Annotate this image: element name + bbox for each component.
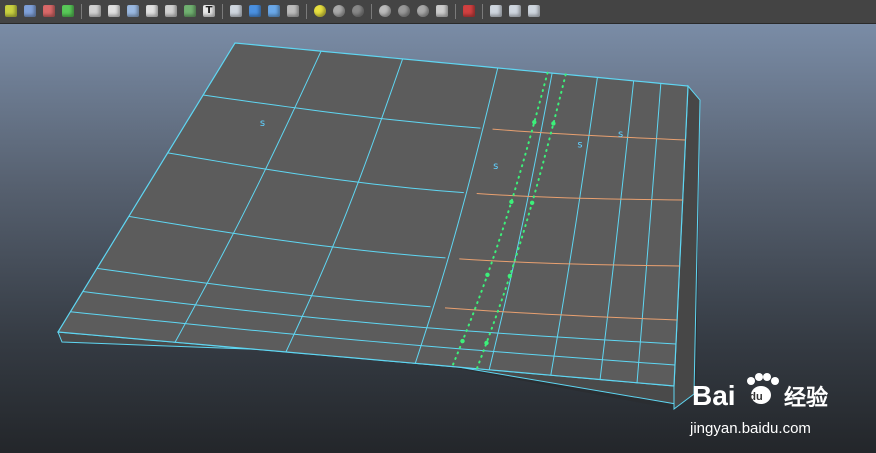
grid-toggle-button[interactable] bbox=[87, 3, 103, 19]
safe-action-button[interactable] bbox=[182, 3, 198, 19]
selected-vertex bbox=[484, 340, 489, 346]
selected-vertex bbox=[532, 119, 537, 125]
selected-vertex bbox=[551, 121, 556, 126]
safe-action-icon bbox=[184, 5, 196, 17]
toolbar-separator bbox=[482, 4, 483, 19]
watermark-brand: Bai bbox=[692, 380, 736, 411]
film-gate-icon bbox=[108, 5, 120, 17]
selected-vertex bbox=[507, 273, 513, 279]
isolate-select-button[interactable] bbox=[461, 3, 477, 19]
gate-mask-icon bbox=[146, 5, 158, 17]
depth-of-field-button[interactable] bbox=[415, 3, 431, 19]
subdiv-marker: s bbox=[577, 140, 582, 151]
film-gate-button[interactable] bbox=[106, 3, 122, 19]
bookmark-button[interactable] bbox=[41, 3, 57, 19]
select-camera-button[interactable] bbox=[22, 3, 38, 19]
aa-icon bbox=[398, 5, 410, 17]
motion-blur-icon bbox=[379, 5, 391, 17]
toolbar-separator bbox=[81, 4, 82, 19]
selected-vertex bbox=[485, 272, 490, 278]
bookmark-icon bbox=[43, 5, 55, 17]
selected-vertex bbox=[529, 200, 535, 205]
field-chart-button[interactable] bbox=[163, 3, 179, 19]
resolution-gate-icon bbox=[127, 5, 139, 17]
subdiv-marker: s bbox=[493, 161, 498, 172]
subdiv-marker: s bbox=[618, 129, 623, 140]
checker-icon bbox=[287, 5, 299, 17]
baidu-paw-logo: Bai du 经验 jingyan.baidu.com bbox=[689, 373, 828, 437]
dof-icon bbox=[417, 5, 429, 17]
watermark-url: jingyan.baidu.com bbox=[689, 420, 811, 437]
shaded-cube-icon bbox=[249, 5, 261, 17]
multisample-aa-button[interactable] bbox=[396, 3, 412, 19]
image-plane-button[interactable] bbox=[60, 3, 76, 19]
shadows-button[interactable] bbox=[331, 3, 347, 19]
camera-icon bbox=[24, 5, 36, 17]
watermark: Bai du 经验 jingyan.baidu.com bbox=[686, 369, 856, 439]
columns-icon bbox=[5, 5, 17, 17]
toolbar-separator bbox=[222, 4, 223, 19]
two-sided-icon bbox=[528, 5, 540, 17]
light-bulb-icon bbox=[314, 5, 326, 17]
wire-shaded-cube-icon bbox=[268, 5, 280, 17]
wireframe-on-shaded-button[interactable] bbox=[266, 3, 282, 19]
xray-icon bbox=[436, 5, 448, 17]
xray-components-button[interactable] bbox=[507, 3, 523, 19]
toolbar-separator bbox=[306, 4, 307, 19]
viewport-toolbar: T bbox=[0, 0, 876, 24]
motion-blur-button[interactable] bbox=[377, 3, 393, 19]
smooth-shade-button[interactable] bbox=[247, 3, 263, 19]
xray-joints-icon bbox=[490, 5, 502, 17]
toolbar-separator bbox=[371, 4, 372, 19]
subdivided-mesh[interactable] bbox=[56, 42, 701, 410]
field-chart-icon bbox=[165, 5, 177, 17]
xray-joints-button[interactable] bbox=[488, 3, 504, 19]
gate-mask-button[interactable] bbox=[144, 3, 160, 19]
svg-text:du: du bbox=[749, 391, 762, 403]
xray-button[interactable] bbox=[434, 3, 450, 19]
mesh-top-face bbox=[56, 42, 689, 387]
wireframe-cube-icon bbox=[230, 5, 242, 17]
screen-space-ao-button[interactable] bbox=[350, 3, 366, 19]
wireframe-button[interactable] bbox=[228, 3, 244, 19]
shadow-sphere-icon bbox=[333, 5, 345, 17]
selected-vertex bbox=[460, 338, 465, 344]
watermark-brand-cn: 经验 bbox=[784, 385, 828, 411]
isolate-icon bbox=[463, 5, 475, 17]
grid-icon bbox=[89, 5, 101, 17]
selected-vertex bbox=[509, 199, 514, 205]
ao-sphere-icon bbox=[352, 5, 364, 17]
textured-button[interactable] bbox=[285, 3, 301, 19]
toolbar-separator bbox=[455, 4, 456, 19]
3d-viewport[interactable]: s s s s Bai du 经验 jingyan.baidu.com bbox=[0, 24, 876, 453]
panel-layout-button[interactable] bbox=[3, 3, 19, 19]
use-all-lights-button[interactable] bbox=[312, 3, 328, 19]
resolution-gate-button[interactable] bbox=[125, 3, 141, 19]
image-plane-icon bbox=[62, 5, 74, 17]
safe-title-button[interactable]: T bbox=[201, 3, 217, 19]
subdiv-marker: s bbox=[260, 118, 265, 129]
two-sided-lighting-button[interactable] bbox=[526, 3, 542, 19]
safe-title-icon: T bbox=[203, 5, 215, 17]
xray-components-icon bbox=[509, 5, 521, 17]
